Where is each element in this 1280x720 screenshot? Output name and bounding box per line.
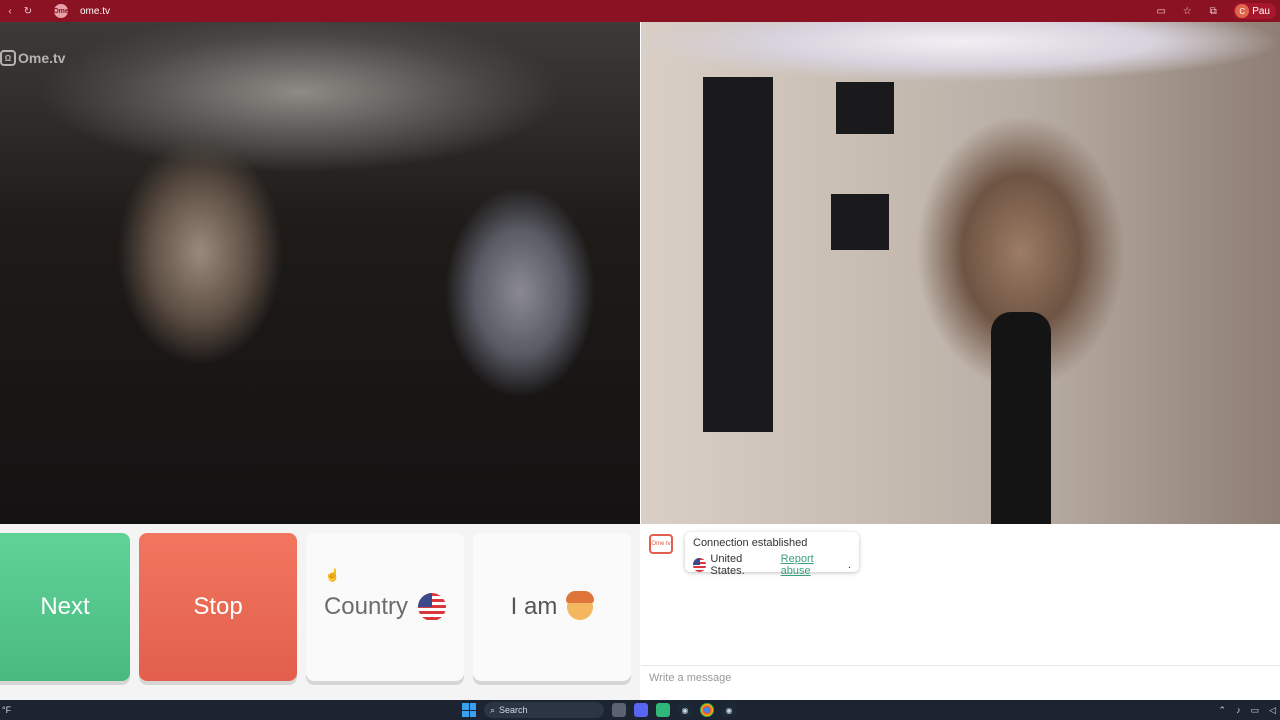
iam-label: I am [510, 593, 558, 620]
us-flag-icon [418, 593, 447, 621]
back-arrow-icon[interactable]: ‹ [4, 5, 16, 17]
search-icon: ⌕ [490, 704, 496, 715]
report-suffix: . [847, 559, 851, 571]
browser-toolbar: ‹ ↻ Ome ome.tv ▭ ☆ ⧉ C Pau [0, 0, 1280, 22]
windows-taskbar: °F ⌕ Search ◉ ◉ ⌃ ♪ ▭ ◁ [0, 700, 1280, 720]
app-icon[interactable] [656, 703, 670, 717]
taskbar-search[interactable]: ⌕ Search [484, 702, 604, 718]
display-icon[interactable]: ▭ [1251, 705, 1260, 716]
control-panel: Next Stop Country I am [0, 524, 640, 700]
chat-panel: Ome tv Connection established United Sta… [641, 524, 1280, 700]
weather-widget[interactable]: °F [0, 705, 11, 715]
microphone-icon[interactable]: ♪ [1236, 705, 1241, 715]
profile-avatar: C [1235, 4, 1250, 18]
speaker-icon[interactable]: ◁ [1269, 705, 1276, 716]
profile-button[interactable]: C Pau [1233, 3, 1276, 19]
windows-start-icon[interactable] [462, 703, 476, 717]
address-bar-url[interactable]: ome.tv [80, 6, 110, 17]
search-label: Search [499, 705, 528, 715]
profile-name: Pau [1252, 5, 1270, 17]
partner-country: United States. [710, 553, 745, 577]
ome-tv-chat-icon: Ome tv [649, 534, 673, 554]
acoustic-panel [836, 82, 894, 134]
country-button[interactable]: Country [306, 533, 464, 681]
logo-text: Ome.tv [18, 50, 66, 66]
next-label: Next [40, 593, 90, 620]
system-message: Connection established United States. Re… [685, 532, 859, 577]
message-input[interactable]: Write a message [641, 665, 1280, 693]
report-abuse-link[interactable]: Report abuse [781, 553, 844, 577]
site-favicon: Ome [53, 4, 69, 18]
acoustic-panel [831, 194, 889, 250]
reload-icon[interactable]: ↻ [22, 5, 34, 17]
self-video [641, 22, 1280, 524]
extensions-icon[interactable]: ⧉ [1207, 5, 1219, 17]
chevron-up-icon[interactable]: ⌃ [1219, 705, 1227, 716]
gender-button[interactable]: I am [473, 533, 631, 681]
country-label: Country [323, 593, 409, 620]
cast-icon[interactable]: ▭ [1155, 5, 1167, 17]
steam-icon[interactable]: ◉ [722, 703, 736, 717]
next-button[interactable]: Next [0, 533, 130, 681]
bookmark-star-icon[interactable]: ☆ [1181, 5, 1193, 17]
us-flag-icon [693, 558, 707, 572]
system-tray: ⌃ ♪ ▭ ◁ [1219, 700, 1276, 720]
stranger-video: Ω Ome.tv [0, 22, 640, 524]
microphone [991, 312, 1051, 524]
discord-icon[interactable] [634, 703, 648, 717]
stop-button[interactable]: Stop [139, 533, 297, 681]
logo-mark-icon: Ω [0, 50, 16, 66]
connection-status: Connection established [693, 537, 808, 549]
boy-face-icon [566, 591, 595, 620]
acoustic-panel [703, 77, 773, 432]
omegle-logo: Ω Ome.tv [0, 50, 65, 66]
steam-icon[interactable]: ◉ [678, 703, 692, 717]
file-explorer-icon[interactable] [612, 703, 626, 717]
hand-cursor-icon: ☝ [325, 568, 340, 582]
stop-label: Stop [193, 593, 243, 620]
chrome-icon[interactable] [700, 703, 714, 717]
